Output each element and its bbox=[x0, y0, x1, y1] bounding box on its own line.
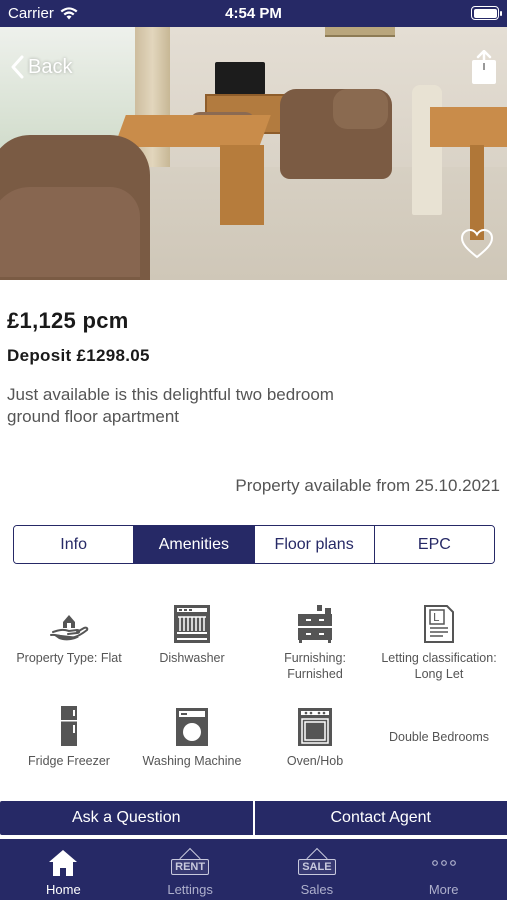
dishwasher-icon bbox=[174, 605, 210, 643]
tabbar-home[interactable]: Home bbox=[0, 839, 127, 900]
property-photo[interactable] bbox=[0, 27, 507, 280]
back-label: Back bbox=[28, 55, 73, 78]
clock: 4:54 PM bbox=[225, 5, 282, 22]
amenity-label: Oven/Hob bbox=[286, 754, 344, 768]
amenity-furnishing: Furnishing: Furnished bbox=[255, 600, 375, 682]
tabbar-sales[interactable]: SALE Sales bbox=[254, 839, 381, 900]
share-icon bbox=[472, 49, 496, 84]
washing-machine-icon bbox=[176, 708, 208, 746]
tab-info[interactable]: Info bbox=[14, 526, 135, 563]
tabbar-label: Home bbox=[46, 882, 81, 897]
fridge-icon bbox=[61, 706, 77, 746]
segmented-tabs: Info Amenities Floor plans EPC bbox=[13, 525, 495, 564]
amenity-double-bedrooms: Double Bedrooms bbox=[377, 729, 501, 745]
heart-icon bbox=[460, 228, 494, 259]
price: £1,125 pcm bbox=[7, 308, 129, 333]
amenity-label: Double Bedrooms bbox=[388, 730, 490, 744]
furniture-icon bbox=[298, 605, 332, 643]
deposit: Deposit £1298.05 bbox=[7, 346, 150, 365]
action-bar: Ask a Question Contact Agent bbox=[0, 801, 507, 835]
tab-epc[interactable]: EPC bbox=[374, 526, 494, 563]
oven-icon bbox=[298, 708, 332, 746]
more-icon bbox=[431, 860, 456, 866]
sale-sign-icon: SALE bbox=[298, 859, 336, 875]
bottom-tab-bar: Home RENT Lettings SALE Sales More bbox=[0, 839, 507, 900]
amenity-label: Washing Machine bbox=[142, 754, 242, 768]
document-icon: L bbox=[424, 605, 454, 643]
home-icon bbox=[49, 850, 78, 876]
amenity-label: Fridge Freezer bbox=[28, 754, 110, 768]
tabbar-more[interactable]: More bbox=[380, 839, 507, 900]
tabbar-label: Lettings bbox=[167, 882, 213, 897]
contact-agent-button[interactable]: Contact Agent bbox=[254, 801, 507, 835]
chevron-left-icon bbox=[11, 55, 24, 79]
amenity-oven-hob: Oven/Hob bbox=[255, 703, 375, 769]
rent-sign-icon: RENT bbox=[171, 859, 210, 875]
amenity-fridge-freezer: Fridge Freezer bbox=[8, 703, 130, 769]
favorite-button[interactable] bbox=[459, 228, 495, 260]
amenity-label: Furnishing: Furnished bbox=[284, 651, 346, 681]
back-button[interactable]: Back bbox=[10, 55, 72, 79]
amenity-label: Letting classification: Long Let bbox=[381, 651, 497, 681]
house-hand-icon bbox=[50, 615, 89, 641]
amenity-dishwasher: Dishwasher bbox=[132, 600, 252, 666]
tabbar-label: Sales bbox=[300, 882, 334, 897]
description: Just available is this delightful two be… bbox=[7, 385, 334, 426]
ask-question-button[interactable]: Ask a Question bbox=[0, 801, 253, 835]
tab-floor-plans[interactable]: Floor plans bbox=[254, 526, 375, 563]
amenity-label: Dishwasher bbox=[159, 651, 225, 665]
battery-icon bbox=[471, 6, 502, 20]
tab-amenities[interactable]: Amenities bbox=[134, 526, 255, 563]
amenity-letting-classification: L Letting classification: Long Let bbox=[377, 600, 501, 682]
amenity-label: Property Type: Flat bbox=[16, 651, 122, 665]
tabbar-label: More bbox=[428, 882, 459, 897]
tabbar-lettings[interactable]: RENT Lettings bbox=[127, 839, 254, 900]
amenity-washing-machine: Washing Machine bbox=[132, 703, 252, 769]
availability-date: Property available from 25.10.2021 bbox=[235, 476, 500, 495]
svg-text:L: L bbox=[433, 611, 440, 624]
status-bar: Carrier 4:54 PM bbox=[0, 0, 507, 27]
amenity-property-type: Property Type: Flat bbox=[8, 600, 130, 666]
share-button[interactable] bbox=[470, 49, 498, 86]
